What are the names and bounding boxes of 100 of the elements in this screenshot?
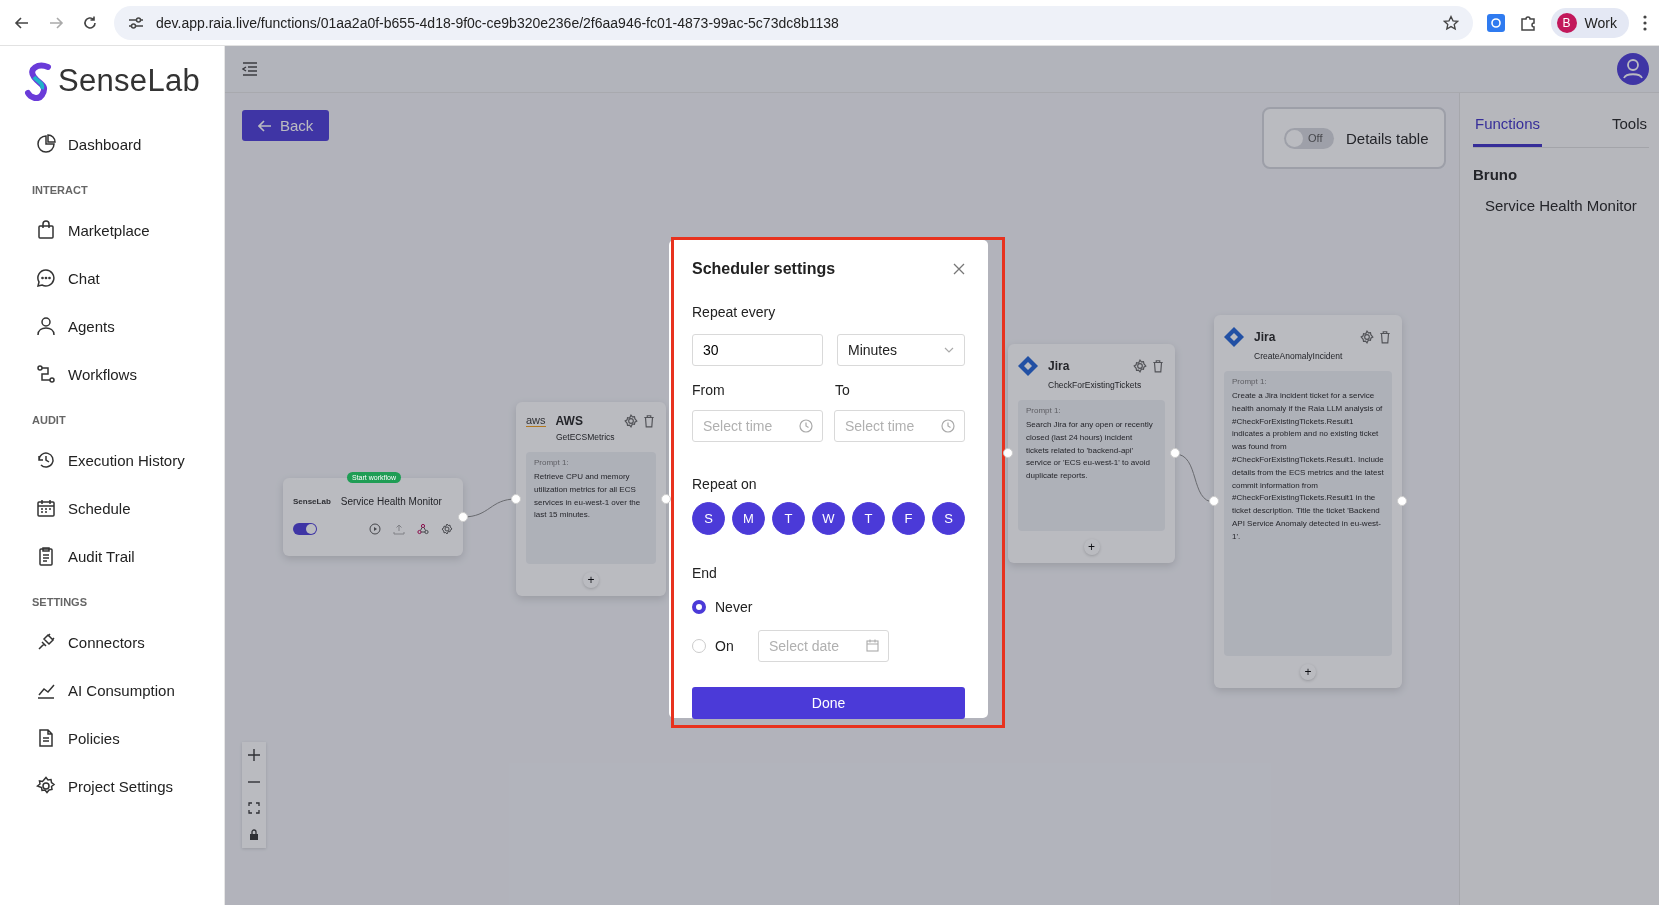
add-button[interactable]: + xyxy=(583,572,599,588)
settings-icon[interactable] xyxy=(1360,330,1374,344)
settings-icon[interactable] xyxy=(624,414,638,428)
profile-avatar: B xyxy=(1556,12,1577,33)
sidebar-item-label: Audit Trail xyxy=(68,547,135,565)
add-button[interactable]: + xyxy=(1083,539,1100,555)
function-name: CreateAnomalyIncident xyxy=(1254,351,1344,361)
sidebar-item[interactable]: AI Consumption xyxy=(24,666,224,714)
function-list-item[interactable]: Service Health Monitor xyxy=(1473,197,1649,214)
day-toggle[interactable]: F xyxy=(892,502,925,535)
puzzle-icon[interactable] xyxy=(1518,13,1537,32)
function-name: CheckForExistingTickets xyxy=(1048,380,1143,390)
history-icon xyxy=(36,450,56,470)
prompt-label: Prompt 1: xyxy=(534,458,570,467)
unit-select[interactable]: Minutes xyxy=(837,334,965,366)
details-label: Details table xyxy=(1346,129,1429,147)
bag-icon xyxy=(36,220,56,240)
back-button[interactable]: Back xyxy=(242,110,330,141)
lock-icon[interactable] xyxy=(248,828,260,841)
sidebar-item[interactable]: Schedule xyxy=(24,484,224,532)
chevron-down-icon xyxy=(944,347,954,353)
day-toggle[interactable]: T xyxy=(852,502,885,535)
time-picker[interactable]: Select time xyxy=(692,410,823,442)
function-node[interactable]: aws AWS GetECSMetrics Prompt 1: Retrieve CPU and memory utilization metrics for all ECS services in eu-west-1 over the last 15 minutes. + xyxy=(516,402,666,596)
app-name: AWS xyxy=(555,414,584,428)
sidebar-item-label: Agents xyxy=(68,317,115,335)
plug-icon xyxy=(36,632,56,652)
section-heading: AUDIT xyxy=(31,413,67,428)
panel-tab[interactable]: Functions xyxy=(1473,105,1543,147)
bookmark-star-icon[interactable] xyxy=(1442,14,1459,31)
sidebar-item[interactable]: Connectors xyxy=(24,618,224,666)
field-label: To xyxy=(835,382,851,398)
day-toggle[interactable]: T xyxy=(772,502,805,535)
workflow-toggle[interactable] xyxy=(293,523,317,535)
add-button[interactable]: + xyxy=(1300,664,1316,680)
date-picker[interactable]: Select date xyxy=(758,629,889,662)
trash-icon[interactable] xyxy=(642,414,656,428)
calendar-icon xyxy=(36,498,56,518)
sidebar-item[interactable]: Audit Trail xyxy=(24,532,224,580)
play-icon[interactable] xyxy=(369,523,381,535)
address-bar[interactable]: dev.app.raia.live/functions/01aa2a0f-b655-4d18-9f0c-ce9b320e236e/2f6aa946-fc01-4873-99ac-5c73dc8b1138 xyxy=(114,5,1473,40)
section-heading: INTERACT xyxy=(31,183,89,198)
url-text: dev.app.raia.live/functions/01aa2a0f-b655-4d18-9f0c-ce9b320e236e/2f6aa946-fc01-4873-99ac-5c73dc8b1138 xyxy=(156,14,840,31)
zoom-in-icon[interactable] xyxy=(248,749,260,762)
user-avatar-icon[interactable] xyxy=(1617,53,1649,85)
sidebar-item-label: Chat xyxy=(68,269,100,287)
field-label: End xyxy=(692,565,718,581)
clock-icon xyxy=(941,419,955,433)
fit-view-icon[interactable] xyxy=(248,802,260,815)
prompt-label: Prompt 1: xyxy=(1232,377,1268,386)
share-nodes-icon[interactable] xyxy=(417,523,429,535)
settings-icon[interactable] xyxy=(441,523,453,535)
day-toggle[interactable]: W xyxy=(812,502,845,535)
profile-button[interactable]: B Work xyxy=(1550,7,1629,38)
interval-input[interactable]: 30 xyxy=(692,334,823,366)
details-toggle[interactable]: Off xyxy=(1284,127,1334,149)
diamond-icon xyxy=(1018,356,1038,376)
clock-icon xyxy=(799,419,813,433)
flow-icon xyxy=(36,364,56,384)
day-toggle[interactable]: S xyxy=(932,502,965,535)
function-name: GetECSMetrics xyxy=(556,432,616,442)
sidebar-item[interactable]: Dashboard xyxy=(24,120,224,168)
sidebar-item-label: Policies xyxy=(68,729,120,747)
sidebar-item-label: Marketplace xyxy=(68,221,150,239)
sidebar-item[interactable]: Project Settings xyxy=(24,762,224,810)
arrow-left-icon xyxy=(258,119,272,132)
node-logo: SenseLab xyxy=(293,497,331,506)
sidebar-item[interactable]: Workflows xyxy=(24,350,224,398)
sidebar-item-label: Execution History xyxy=(68,451,185,469)
done-button[interactable]: Done xyxy=(692,687,965,719)
day-toggle[interactable]: M xyxy=(732,502,765,535)
sidebar-item-label: AI Consumption xyxy=(68,681,175,699)
sidebar-item[interactable]: Execution History xyxy=(24,436,224,484)
site-settings-icon[interactable] xyxy=(128,15,144,30)
function-node[interactable] xyxy=(1214,315,1402,688)
prompt-text: Retrieve CPU and memory utilization metrics for all ECS services in eu-west-1 over the last 15 minutes. xyxy=(534,471,642,522)
logo-text: SenseLab xyxy=(58,63,201,99)
close-icon[interactable] xyxy=(953,263,965,275)
radio-label: On xyxy=(715,637,735,654)
node-title: Service Health Monitor xyxy=(340,496,442,507)
prompt-label: Prompt 1: xyxy=(1026,406,1062,415)
app-name: Jira xyxy=(1048,359,1071,373)
profile-label: Work xyxy=(1584,14,1617,31)
trash-icon[interactable] xyxy=(1378,330,1392,344)
prompt-text: Create a Jira incident ticket for a service health anomaly if the Raia LLM analysis of #CheckForExistingTickets.Result1 indicates a problem and no existing ticket was found from #CheckForExistingTickets.Result1. Include details from the ECS metrics and the latest commit information from #CheckForExistingTickets.Result1 in the ticket description. Title the ticket 'Backend API Service Anomaly detected in eu-west-1'. xyxy=(1232,390,1384,543)
radio-button[interactable] xyxy=(692,599,706,614)
function-node[interactable]: Jira CheckForExistingTickets Prompt 1: Search Jira for any open or recently closed (last 24 hours) incident tickets related to 'backend-api' service or 'ECS eu-west-1' to avoid duplicate reports. + xyxy=(1008,344,1175,563)
sidebar-item[interactable]: Agents xyxy=(24,302,224,350)
time-picker[interactable]: Select time xyxy=(834,410,965,442)
settings-icon[interactable] xyxy=(1133,359,1147,373)
sidebar-item[interactable]: Policies xyxy=(24,714,224,762)
sidebar-item[interactable]: Marketplace xyxy=(24,206,224,254)
trash-icon[interactable] xyxy=(1151,359,1165,373)
sidebar-item[interactable]: Chat xyxy=(24,254,224,302)
extension-icon[interactable] xyxy=(1486,13,1505,32)
day-toggle[interactable]: S xyxy=(692,502,725,535)
collapse-menu-icon[interactable] xyxy=(242,62,258,76)
more-menu-icon[interactable] xyxy=(1643,14,1647,31)
panel-tab[interactable]: Tools xyxy=(1609,105,1649,147)
logo-icon xyxy=(24,61,54,101)
